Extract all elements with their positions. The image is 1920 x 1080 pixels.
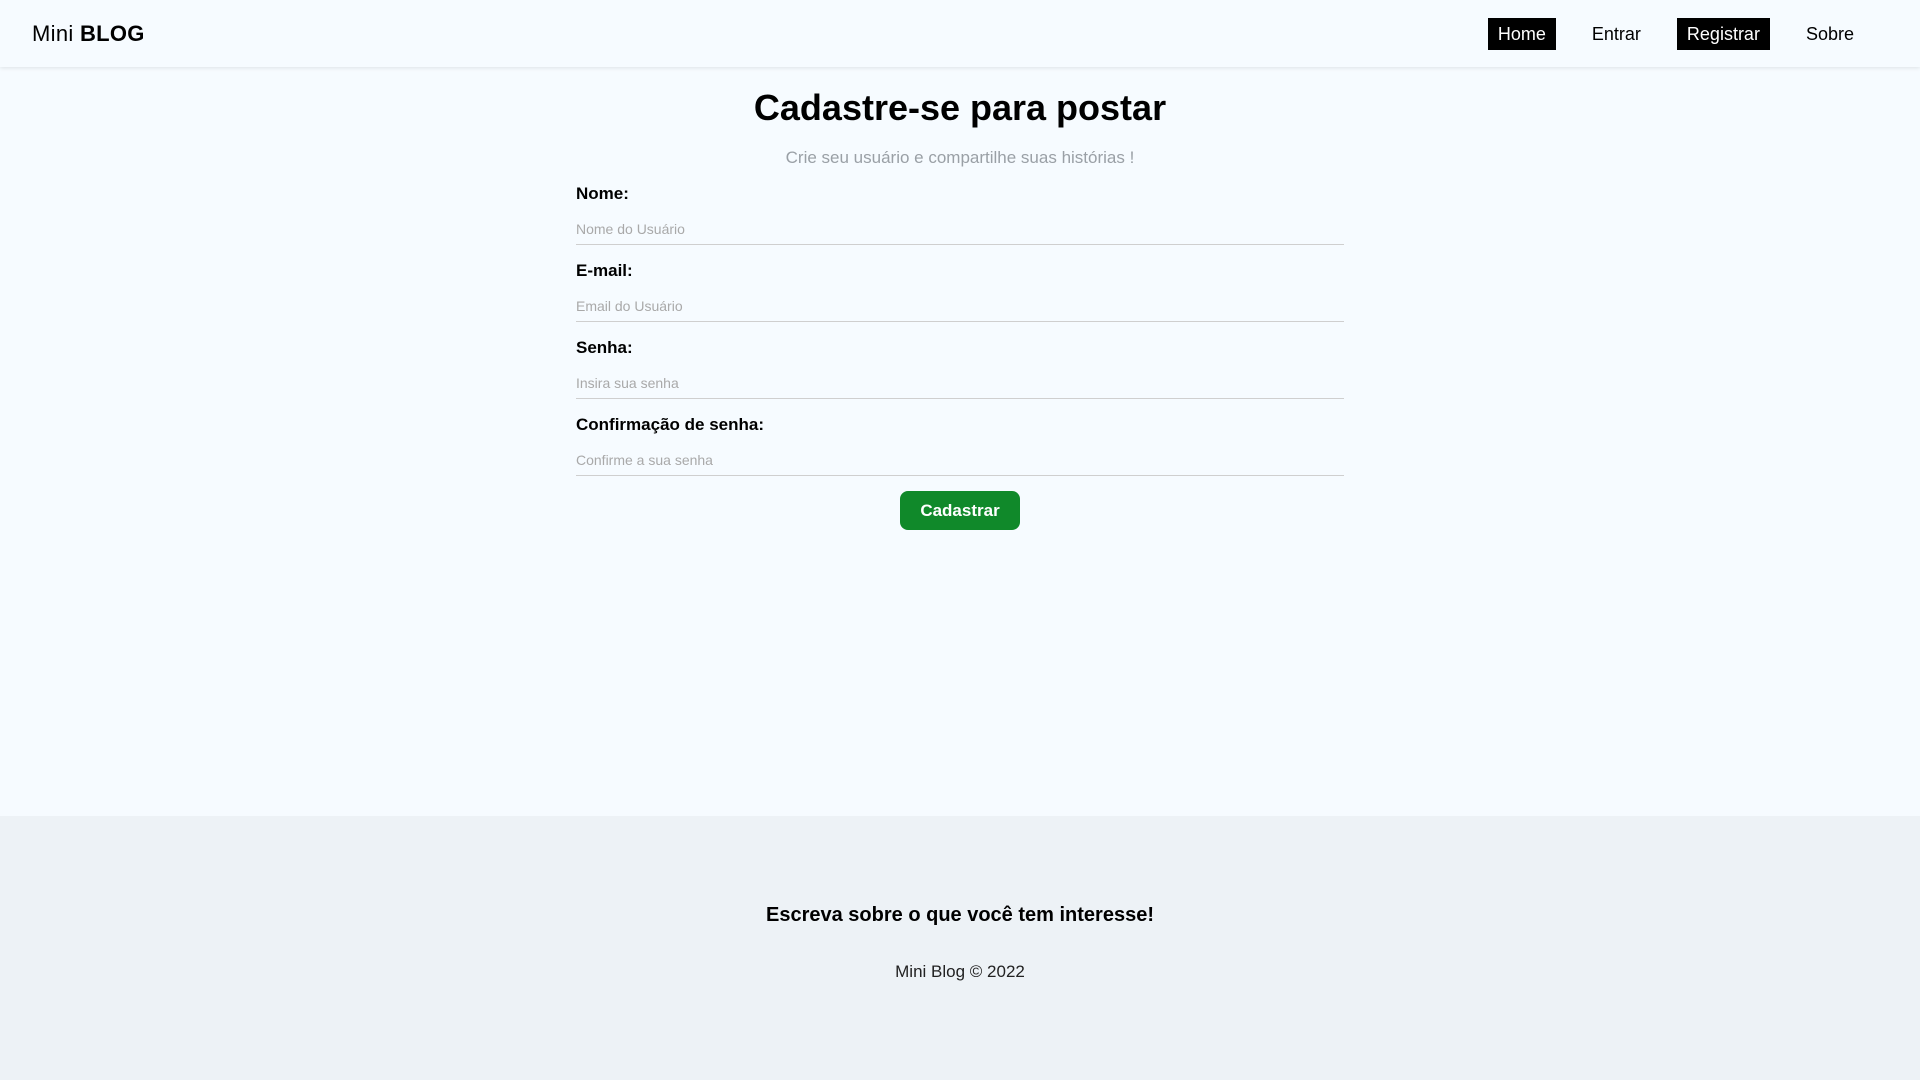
footer: Escreva sobre o que você tem interesse! … [0,816,1920,1080]
nav-link-entrar[interactable]: Entrar [1582,18,1651,50]
nav-links: Home Entrar Registrar Sobre [1487,17,1864,50]
main-content: Cadastre-se para postar Crie seu usuário… [0,67,1920,816]
footer-headline: Escreva sobre o que você tem interesse! [766,904,1154,926]
brand-bold-text: BLOG [79,20,145,46]
name-field: Nome: [576,184,1344,261]
page-title: Cadastre-se para postar [753,87,1167,128]
nav-link-home[interactable]: Home [1487,17,1556,50]
confirm-password-label: Confirmação de senha: [576,415,764,434]
password-input[interactable] [576,362,1344,399]
name-label: Nome: [576,184,629,203]
register-button[interactable]: Cadastrar [900,491,1020,530]
nav-link-sobre[interactable]: Sobre [1796,18,1864,50]
brand-logo[interactable]: Mini BLOG [32,21,145,47]
email-label: E-mail: [576,261,633,280]
navbar: Mini BLOG Home Entrar Registrar Sobre [0,0,1920,67]
footer-copyright: Mini Blog © 2022 [895,962,1025,981]
password-field: Senha: [576,338,1344,415]
register-form: Nome: E-mail: Senha: Confirmação de senh… [576,184,1344,492]
confirm-password-input[interactable] [576,439,1344,476]
submit-wrapper: Cadastrar [0,491,1920,530]
confirm-password-field: Confirmação de senha: [576,415,1344,492]
page-subtitle: Crie seu usuário e compartilhe suas hist… [785,148,1135,167]
nav-link-registrar[interactable]: Registrar [1676,17,1770,50]
email-field: E-mail: [576,261,1344,338]
email-input[interactable] [576,285,1344,322]
brand-light-text: Mini [32,20,74,46]
name-input[interactable] [576,208,1344,245]
password-label: Senha: [576,338,633,357]
